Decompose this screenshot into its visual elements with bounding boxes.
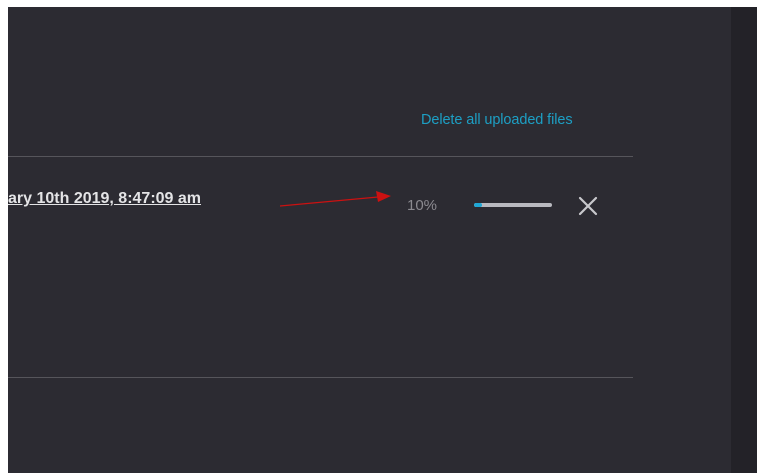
right-rail: [731, 7, 757, 473]
delete-all-files-link[interactable]: Delete all uploaded files: [421, 112, 573, 128]
upload-progress-percent: 10%: [407, 197, 438, 214]
divider-top: [8, 156, 633, 157]
upload-progress-fill: [474, 203, 482, 207]
uploaded-file-link[interactable]: ary 10th 2019, 8:47:09 am: [8, 190, 270, 208]
annotation-arrow: [280, 191, 391, 207]
upload-progress-bar: [474, 203, 552, 207]
divider-bottom: [8, 377, 633, 378]
upload-panel: [8, 7, 731, 473]
close-icon[interactable]: [577, 195, 599, 217]
uploaded-file-name: ary 10th 2019, 8:47:09 am: [8, 190, 202, 207]
